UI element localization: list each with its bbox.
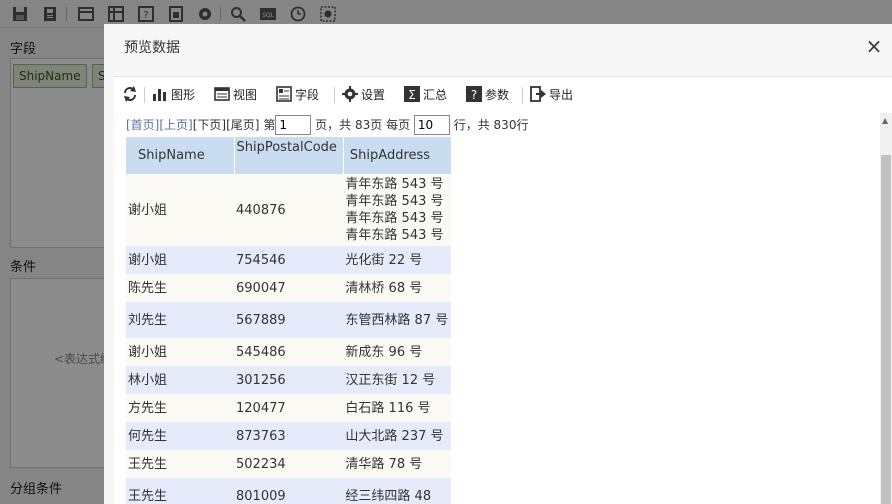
scroll-up-icon[interactable]: ▲ [882,117,890,125]
cell-shipname: 王先生 [126,450,234,478]
cell-postal: 754546 [234,246,344,274]
page-info: 页，共 83页 每页 [315,118,411,132]
view-icon [214,87,230,101]
table-row[interactable]: 王先生 801009 经三纬四路 48 [126,478,452,504]
pager: [首页][上页][下页][尾页] 第 页，共 83页 每页 行，共 830行 [126,115,528,135]
cell-postal: 690047 [234,274,344,302]
sigma-icon: Σ [404,86,420,102]
gear-icon [342,86,358,102]
cell-address: 光化街 22 号 [343,246,452,274]
svg-text:?: ? [471,88,477,102]
data-table: ShipName ShipPostalCode ShipAddress 谢小姐 … [126,137,452,504]
cell-shipname: 方先生 [126,394,234,422]
cell-shipname: 谢小姐 [126,174,234,246]
summary-button-label: 汇总 [423,88,448,102]
cell-address: 东管西林路 87 号 [343,302,452,338]
page-size-input[interactable] [413,115,450,135]
refresh-icon [124,86,136,102]
params-button[interactable]: ? 参数 [466,86,509,104]
last-page-link[interactable]: [尾页] [226,118,259,132]
cell-address: 青年东路 543 号 青年东路 543 号 青年东路 543 号 青年东路 54… [343,174,452,246]
first-page-link[interactable]: [首页] [126,118,159,132]
params-button-label: 参数 [485,88,510,102]
cell-postal: 801009 [234,478,344,504]
cell-postal: 120477 [234,394,344,422]
table-row[interactable]: 何先生 873763 山大北路 237 号 [126,422,452,450]
prev-page-link[interactable]: [上页] [159,118,192,132]
cell-address: 山大北路 237 号 [343,422,452,450]
table-row[interactable]: 王先生 502234 清华路 78 号 [126,450,452,478]
bar-chart-icon [153,89,166,101]
total-info: 行，共 830行 [453,118,529,132]
cell-postal: 873763 [234,422,344,450]
cell-postal: 301256 [234,366,344,394]
fields-button-label: 字段 [295,88,320,102]
cell-address: 经三纬四路 48 [343,478,452,504]
preview-toolbar: 图形 视图 字段 设置 Σ 汇总 ? 参数 导出 [114,77,892,113]
refresh-button[interactable] [122,86,141,104]
cell-postal: 567889 [234,302,344,338]
table-row[interactable]: 陈先生 690047 清林桥 68 号 [126,274,452,302]
summary-button[interactable]: Σ 汇总 [404,86,447,104]
export-button-label: 导出 [549,88,574,102]
cell-shipname: 刘先生 [126,302,234,338]
column-header-shipname[interactable]: ShipName [126,137,235,174]
fields-icon [276,86,292,102]
svg-text:Σ: Σ [408,88,416,102]
cell-shipname: 谢小姐 [126,338,234,366]
cell-address: 清华路 78 号 [343,450,452,478]
close-icon[interactable]: × [862,34,886,58]
scrollbar-thumb[interactable] [881,155,891,504]
chart-button[interactable]: 图形 [152,86,195,104]
table-row[interactable]: 谢小姐 754546 光化街 22 号 [126,246,452,274]
view-button-label: 视图 [233,88,258,102]
cell-postal: 545486 [234,338,344,366]
export-icon [530,86,546,102]
fields-button[interactable]: 字段 [276,86,319,104]
cell-address: 新成东 96 号 [343,338,452,366]
cell-address: 白石路 116 号 [343,394,452,422]
table-row[interactable]: 林小姐 301256 汉正东街 12 号 [126,366,452,394]
table-header-row: ShipName ShipPostalCode ShipAddress [126,137,452,174]
dialog-header: 预览数据 × [104,24,892,68]
view-button[interactable]: 视图 [214,86,257,104]
page-number-input[interactable] [275,115,312,135]
cell-postal: 440876 [234,174,344,246]
cell-shipname: 何先生 [126,422,234,450]
column-header-shippostalcode[interactable]: ShipPostalCode [234,137,344,174]
table-row[interactable]: 方先生 120477 白石路 116 号 [126,394,452,422]
dialog-body: 图形 视图 字段 设置 Σ 汇总 ? 参数 导出 [首页][上页][下页][尾页… [114,76,892,504]
cell-shipname: 陈先生 [126,274,234,302]
chart-button-label: 图形 [171,88,196,102]
export-button[interactable]: 导出 [530,86,573,104]
table-row[interactable]: 谢小姐 545486 新成东 96 号 [126,338,452,366]
cell-address: 汉正东街 12 号 [343,366,452,394]
next-page-link[interactable]: [下页] [193,118,226,132]
table-row[interactable]: 谢小姐 440876 青年东路 543 号 青年东路 543 号 青年东路 54… [126,174,452,246]
cell-address: 清林桥 68 号 [343,274,452,302]
preview-dialog: 预览数据 × 图形 视图 字段 设置 Σ 汇总 ? 参数 导出 [首页][上页]… [104,24,892,504]
table-row[interactable]: 刘先生 567889 东管西林路 87 号 [126,302,452,338]
cell-shipname: 林小姐 [126,366,234,394]
settings-button-label: 设置 [361,88,386,102]
cell-shipname: 谢小姐 [126,246,234,274]
column-header-shipaddress[interactable]: ShipAddress [343,137,452,174]
settings-button[interactable]: 设置 [342,86,385,104]
page-prefix: 第 [263,118,276,132]
help-icon: ? [466,86,482,102]
cell-shipname: 王先生 [126,478,234,504]
cell-postal: 502234 [234,450,344,478]
dialog-title: 预览数据 [124,40,180,56]
